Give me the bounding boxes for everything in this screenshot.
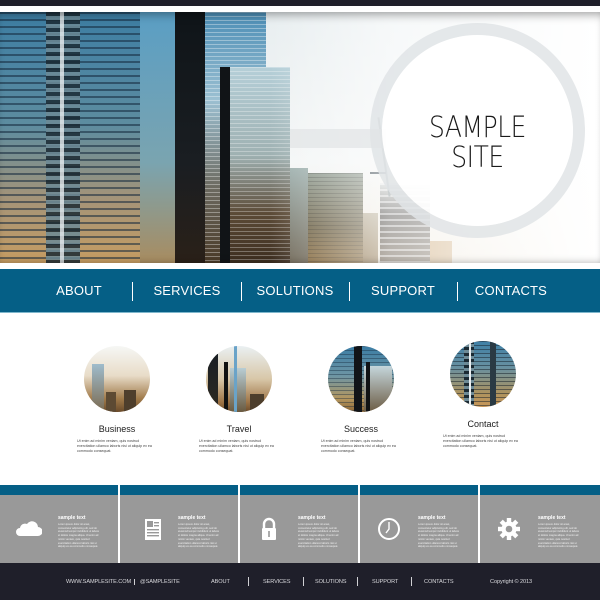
info-cell-gear[interactable]: sample text Lorem ipsum dolor sit amet, … (480, 495, 598, 563)
feature-travel[interactable]: Travel Ut enim ad minim veniam, quis nos… (184, 346, 294, 454)
nav-separator (349, 282, 350, 301)
footer-separator (411, 577, 412, 586)
hero-banner: SAMPLE SITE (0, 12, 600, 263)
feature-text: Ut enim ad minim veniam, quis nostrud ex… (77, 439, 152, 453)
nav-separator (132, 282, 133, 301)
footer-link-contacts[interactable]: CONTACTS (424, 579, 454, 585)
clock-icon (378, 518, 400, 540)
main-nav: ABOUT SERVICES SOLUTIONS SUPPORT CONTACT… (0, 269, 600, 313)
feature-text: Ut enim ad minim veniam, quis nostrud ex… (321, 439, 396, 453)
footer-copyright: Copyright © 2013 (490, 579, 533, 585)
feature-text: Ut enim ad minim veniam, quis nostrud ex… (443, 434, 518, 448)
footer: WWW.SAMPLESITE.COM @SAMPLESITE ABOUT SER… (0, 563, 600, 600)
info-title: sample text (538, 515, 566, 521)
feature-image (206, 346, 272, 412)
info-title: sample text (58, 515, 86, 521)
nav-separator (457, 282, 458, 301)
top-strip (0, 0, 600, 6)
feature-business[interactable]: Business Ut enim ad minim veniam, quis n… (62, 346, 172, 454)
footer-link-services[interactable]: SERVICES (263, 579, 290, 585)
info-title: sample text (418, 515, 446, 521)
cloud-icon (16, 521, 42, 536)
info-text: Lorem ipsum dolor sit amet, consectetur … (58, 523, 100, 549)
feature-title: Contact (467, 419, 499, 429)
footer-website-link[interactable]: WWW.SAMPLESITE.COM (66, 579, 131, 585)
nav-item-support[interactable]: SUPPORT (353, 269, 453, 313)
nav-separator (241, 282, 242, 301)
info-cell-lock[interactable]: sample text Lorem ipsum dolor sit amet, … (240, 495, 358, 563)
nav-item-services[interactable]: SERVICES (137, 269, 237, 313)
feature-image (84, 346, 150, 412)
footer-link-solutions[interactable]: SOLUTIONS (315, 579, 347, 585)
feature-title: Business (98, 424, 136, 434)
info-cell-document[interactable]: sample text Lorem ipsum dolor sit amet, … (120, 495, 238, 563)
lock-icon (262, 517, 276, 540)
footer-social-handle[interactable]: @SAMPLESITE (140, 579, 180, 585)
footer-separator (303, 577, 304, 586)
feature-title: Success (343, 424, 378, 434)
info-title: sample text (178, 515, 206, 521)
nav-item-solutions[interactable]: SOLUTIONS (245, 269, 345, 313)
info-title: sample text (298, 515, 326, 521)
info-cell-cloud[interactable]: sample text Lorem ipsum dolor sit amet, … (0, 495, 118, 563)
footer-separator (248, 577, 249, 586)
feature-contact[interactable]: Contact Ut enim ad minim veniam, quis no… (428, 341, 538, 449)
feature-title: Travel (226, 424, 252, 434)
nav-item-about[interactable]: ABOUT (29, 269, 129, 313)
feature-success[interactable]: Success Ut enim ad minim veniam, quis no… (306, 346, 416, 454)
nav-item-contacts[interactable]: CONTACTS (461, 269, 561, 313)
info-text: Lorem ipsum dolor sit amet, consectetur … (298, 523, 340, 549)
gear-icon (498, 518, 520, 540)
feature-image (450, 341, 516, 407)
info-text: Lorem ipsum dolor sit amet, consectetur … (418, 523, 460, 549)
info-text: Lorem ipsum dolor sit amet, consectetur … (538, 523, 580, 549)
document-icon (145, 519, 161, 540)
footer-link-support[interactable]: SUPPORT (372, 579, 398, 585)
footer-link-about[interactable]: ABOUT (211, 579, 230, 585)
footer-separator (357, 577, 358, 586)
info-cell-clock[interactable]: sample text Lorem ipsum dolor sit amet, … (360, 495, 478, 563)
feature-image (328, 346, 394, 412)
info-text: Lorem ipsum dolor sit amet, consectetur … (178, 523, 220, 549)
info-bar-top-strip (0, 485, 600, 495)
footer-separator (134, 579, 135, 585)
feature-text: Ut enim ad minim veniam, quis nostrud ex… (199, 439, 274, 453)
